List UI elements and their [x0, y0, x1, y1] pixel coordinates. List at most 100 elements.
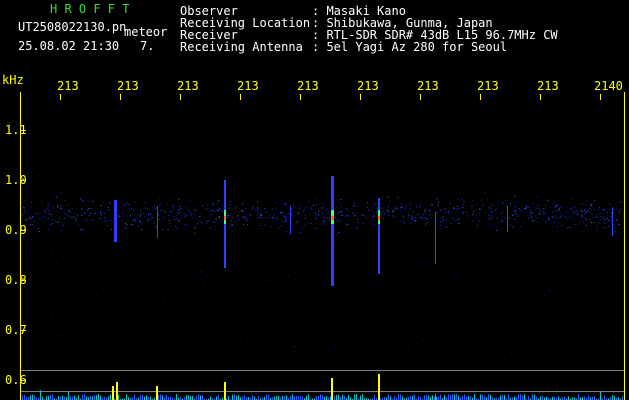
noise-pixel — [271, 208, 273, 210]
noise-pixel — [206, 223, 208, 225]
noise-pixel — [340, 206, 342, 208]
noise-pixel — [581, 214, 583, 216]
noise-pixel — [260, 212, 262, 214]
spectrum-bin — [162, 395, 163, 400]
noise-pixel — [51, 312, 53, 314]
noise-pixel — [29, 217, 31, 219]
noise-pixel — [285, 206, 287, 208]
noise-pixel — [302, 227, 304, 229]
noise-pixel — [460, 247, 462, 249]
spectrum-bin — [268, 394, 269, 400]
noise-pixel — [594, 199, 596, 201]
noise-pixel — [293, 215, 295, 217]
noise-pixel — [227, 215, 229, 217]
noise-pixel — [388, 206, 389, 208]
spectrum-bin — [188, 395, 189, 400]
noise-pixel — [172, 188, 174, 190]
noise-pixel — [135, 201, 137, 203]
noise-pixel — [597, 209, 599, 211]
noise-pixel — [106, 220, 108, 222]
noise-pixel — [530, 215, 532, 217]
spectrum-bin — [74, 396, 75, 400]
noise-pixel — [439, 224, 441, 226]
noise-pixel — [481, 199, 483, 201]
noise-pixel — [159, 203, 161, 205]
noise-pixel — [462, 206, 464, 208]
noise-pixel — [310, 207, 312, 209]
noise-pixel — [218, 200, 220, 202]
spectrum-bin — [202, 395, 203, 400]
noise-pixel — [50, 251, 52, 253]
noise-pixel — [110, 229, 112, 230]
noise-pixel — [281, 311, 283, 313]
noise-pixel — [548, 218, 550, 220]
noise-pixel — [336, 220, 338, 222]
noise-pixel — [555, 225, 557, 227]
noise-pixel — [81, 214, 83, 216]
noise-pixel — [89, 213, 91, 214]
noise-pixel — [357, 213, 359, 215]
noise-pixel — [609, 252, 611, 254]
noise-pixel — [180, 285, 182, 287]
spectrum-bin — [308, 394, 309, 400]
spectrum-bin — [450, 395, 451, 400]
spectrum-bin — [316, 396, 317, 400]
spectrum-bin — [462, 396, 463, 400]
noise-pixel — [537, 204, 539, 206]
meteor-echo — [435, 212, 436, 264]
noise-pixel — [47, 210, 49, 212]
noise-pixel — [179, 205, 181, 207]
noise-pixel — [365, 215, 367, 217]
noise-pixel — [226, 215, 228, 217]
spectrum-bin — [426, 394, 427, 400]
noise-pixel — [562, 311, 564, 313]
noise-pixel — [429, 210, 431, 212]
spectrum-bin — [500, 395, 501, 400]
noise-pixel — [102, 288, 104, 290]
noise-pixel — [606, 217, 608, 218]
noise-pixel — [420, 204, 422, 206]
noise-pixel — [323, 182, 325, 184]
noise-pixel — [600, 304, 602, 306]
noise-pixel — [283, 214, 285, 216]
noise-pixel — [140, 210, 141, 212]
noise-pixel — [438, 301, 440, 303]
noise-pixel — [395, 216, 397, 218]
noise-pixel — [337, 218, 339, 219]
noise-pixel — [185, 213, 187, 215]
noise-pixel — [258, 208, 260, 210]
spectrum-spike — [378, 374, 380, 400]
noise-pixel — [24, 199, 26, 201]
spectrum-bin — [490, 395, 491, 400]
noise-pixel — [527, 309, 529, 311]
noise-pixel — [335, 218, 337, 220]
noise-pixel — [31, 201, 33, 203]
noise-pixel — [392, 216, 394, 218]
noise-pixel — [315, 214, 317, 216]
noise-pixel — [537, 222, 539, 223]
spectrum-bin — [72, 396, 73, 400]
noise-pixel — [185, 224, 187, 226]
noise-pixel — [420, 202, 422, 204]
noise-pixel — [238, 219, 240, 221]
noise-pixel — [424, 244, 426, 246]
noise-pixel — [111, 221, 113, 223]
noise-pixel — [56, 196, 57, 198]
spectrum-bin — [140, 395, 141, 400]
noise-pixel — [252, 201, 254, 203]
noise-pixel — [367, 202, 368, 204]
noise-pixel — [119, 216, 121, 218]
noise-pixel — [80, 229, 82, 231]
noise-pixel — [310, 223, 312, 225]
noise-pixel — [155, 208, 157, 210]
spectrum-bin — [50, 394, 51, 400]
noise-pixel — [257, 216, 258, 218]
noise-pixel — [510, 352, 512, 354]
noise-pixel — [29, 224, 31, 226]
noise-pixel — [587, 266, 589, 268]
noise-pixel — [577, 273, 579, 275]
noise-pixel — [100, 213, 102, 215]
noise-pixel — [52, 207, 54, 209]
noise-pixel — [85, 220, 87, 222]
noise-pixel — [572, 213, 574, 215]
